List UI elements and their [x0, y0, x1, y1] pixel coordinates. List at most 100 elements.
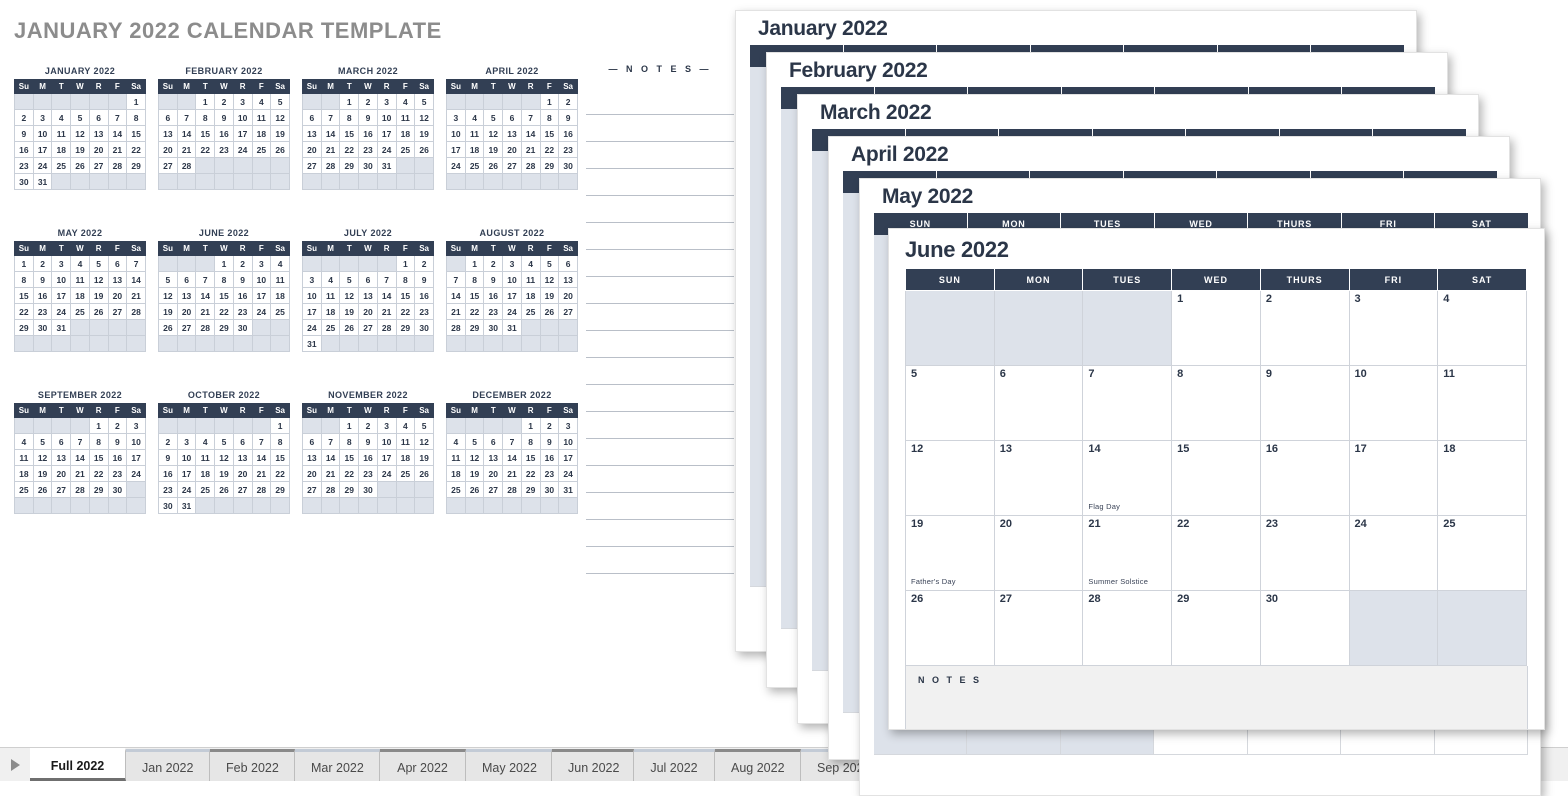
mini-day-cell[interactable]: 26: [339, 319, 360, 336]
day-cell[interactable]: 2: [1259, 290, 1350, 366]
mini-day-cell-empty[interactable]: [251, 319, 272, 336]
mini-day-cell-empty[interactable]: [446, 255, 466, 272]
mini-day-cell[interactable]: 10: [376, 433, 397, 450]
mini-day-cell[interactable]: 21: [176, 141, 197, 158]
mini-day-cell[interactable]: 6: [158, 109, 178, 126]
mini-day-cell[interactable]: 27: [88, 157, 109, 174]
mini-day-cell[interactable]: 18: [520, 287, 541, 304]
mini-day-cell[interactable]: 27: [558, 303, 578, 320]
mini-day-cell[interactable]: 15: [539, 125, 560, 142]
mini-day-cell[interactable]: 23: [214, 141, 234, 158]
mini-day-cell[interactable]: 8: [464, 271, 485, 288]
mini-day-cell-empty[interactable]: [88, 173, 109, 190]
mini-day-cell[interactable]: 3: [302, 271, 322, 288]
mini-day-cell[interactable]: 22: [339, 465, 360, 482]
mini-day-cell[interactable]: 23: [232, 303, 253, 320]
mini-day-cell[interactable]: 20: [158, 141, 178, 158]
day-cell[interactable]: 19 Father's Day: [905, 515, 995, 591]
mini-day-cell[interactable]: 29: [395, 319, 416, 336]
day-cell[interactable]: 17: [1348, 440, 1439, 516]
mini-day-cell-empty[interactable]: [232, 335, 253, 352]
mini-day-cell[interactable]: 4: [70, 255, 90, 272]
mini-day-cell[interactable]: 26: [483, 157, 504, 174]
notes-lines[interactable]: [586, 88, 734, 574]
mini-day-cell-empty[interactable]: [232, 173, 253, 190]
mini-day-cell-empty[interactable]: [320, 173, 341, 190]
mini-day-cell[interactable]: 12: [70, 125, 90, 142]
mini-day-cell[interactable]: 4: [270, 255, 290, 272]
mini-day-cell[interactable]: 22: [88, 465, 109, 482]
mini-day-cell[interactable]: 4: [395, 417, 416, 434]
mini-day-cell[interactable]: 1: [464, 255, 485, 272]
mini-day-cell[interactable]: 7: [320, 109, 341, 126]
mini-day-cell[interactable]: 7: [320, 433, 341, 450]
mini-day-cell[interactable]: 1: [339, 93, 360, 110]
mini-day-cell[interactable]: 8: [270, 433, 290, 450]
mini-day-cell-empty[interactable]: [539, 497, 560, 514]
mini-day-cell-empty[interactable]: [302, 173, 322, 190]
mini-day-cell[interactable]: 17: [376, 449, 397, 466]
day-cell[interactable]: 18: [1437, 440, 1527, 516]
mini-day-cell-empty[interactable]: [520, 497, 541, 514]
mini-day-cell-empty[interactable]: [358, 335, 378, 352]
notes-line[interactable]: [586, 331, 734, 358]
mini-day-cell[interactable]: 22: [270, 465, 290, 482]
mini-day-cell-empty[interactable]: [483, 417, 504, 434]
mini-day-cell[interactable]: 24: [126, 465, 146, 482]
mini-day-cell[interactable]: 9: [358, 433, 378, 450]
mini-day-cell[interactable]: 20: [502, 141, 522, 158]
mini-day-cell-empty[interactable]: [446, 173, 466, 190]
mini-day-cell[interactable]: 12: [414, 433, 434, 450]
mini-day-cell-empty[interactable]: [126, 497, 146, 514]
mini-day-cell[interactable]: 15: [464, 287, 485, 304]
mini-day-cell[interactable]: 10: [232, 109, 253, 126]
mini-day-cell-empty[interactable]: [32, 335, 53, 352]
mini-day-cell-empty[interactable]: [446, 335, 466, 352]
day-cell[interactable]: 1: [1171, 290, 1261, 366]
mini-day-cell[interactable]: 13: [88, 125, 109, 142]
mini-day-cell[interactable]: 6: [302, 433, 322, 450]
notes-line[interactable]: [586, 142, 734, 169]
mini-day-cell-empty[interactable]: [70, 319, 90, 336]
mini-day-cell[interactable]: 28: [520, 157, 541, 174]
mini-day-cell[interactable]: 7: [176, 109, 197, 126]
mini-day-cell[interactable]: 29: [270, 481, 290, 498]
mini-day-cell[interactable]: 26: [464, 481, 485, 498]
mini-day-cell[interactable]: 17: [176, 465, 197, 482]
mini-day-cell-empty[interactable]: [270, 319, 290, 336]
mini-day-cell[interactable]: 17: [251, 287, 272, 304]
mini-day-cell[interactable]: 10: [32, 125, 53, 142]
mini-day-cell[interactable]: 31: [176, 497, 197, 514]
mini-day-cell[interactable]: 12: [214, 449, 234, 466]
mini-day-cell[interactable]: 13: [502, 125, 522, 142]
sheet-tab-may-2022[interactable]: May 2022: [466, 749, 552, 781]
mini-day-cell-empty[interactable]: [232, 497, 253, 514]
mini-day-cell-empty[interactable]: [358, 497, 378, 514]
mini-day-cell-empty[interactable]: [414, 497, 434, 514]
mini-day-cell[interactable]: 26: [539, 303, 560, 320]
mini-day-cell[interactable]: 5: [214, 433, 234, 450]
mini-day-cell[interactable]: 23: [483, 303, 504, 320]
mini-day-cell[interactable]: 12: [339, 287, 360, 304]
mini-day-cell[interactable]: 15: [520, 449, 541, 466]
mini-day-cell[interactable]: 15: [126, 125, 146, 142]
mini-day-cell[interactable]: 2: [558, 93, 578, 110]
mini-day-cell-empty[interactable]: [395, 157, 416, 174]
mini-day-cell[interactable]: 9: [107, 433, 128, 450]
mini-day-cell[interactable]: 30: [358, 157, 378, 174]
mini-day-cell[interactable]: 24: [302, 319, 322, 336]
mini-day-cell[interactable]: 4: [446, 433, 466, 450]
mini-day-cell[interactable]: 19: [539, 287, 560, 304]
mini-day-cell[interactable]: 18: [270, 287, 290, 304]
mini-day-cell-empty[interactable]: [520, 93, 541, 110]
mini-day-cell[interactable]: 4: [195, 433, 216, 450]
mini-day-cell-empty[interactable]: [502, 173, 522, 190]
mini-day-cell-empty[interactable]: [376, 255, 397, 272]
mini-day-cell[interactable]: 24: [446, 157, 466, 174]
mini-day-cell-empty[interactable]: [14, 497, 34, 514]
mini-day-cell-empty[interactable]: [464, 93, 485, 110]
mini-day-cell[interactable]: 14: [320, 125, 341, 142]
mini-day-cell[interactable]: 25: [270, 303, 290, 320]
day-cell[interactable]: 11: [1437, 365, 1527, 441]
mini-day-cell[interactable]: 25: [464, 157, 485, 174]
